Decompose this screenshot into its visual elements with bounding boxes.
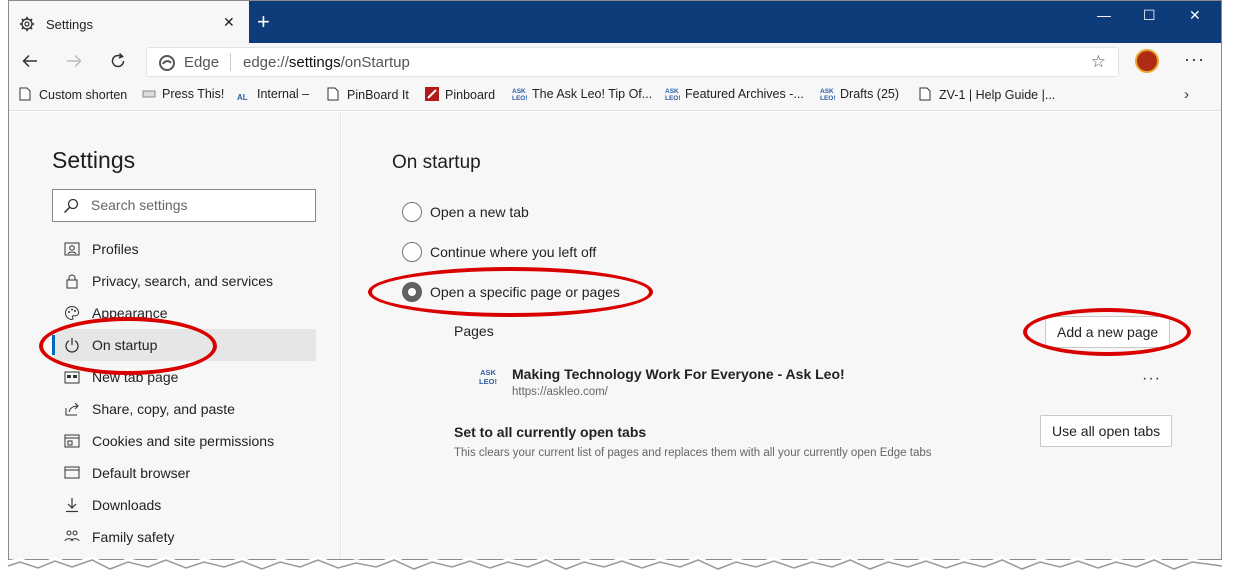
address-bar[interactable]: Edge edge://settings/onStartup ☆ — [146, 47, 1119, 77]
favorite-item[interactable]: ASK LEO! Featured Archives -... — [665, 87, 804, 102]
sidebar-item-label: Privacy, search, and services — [92, 273, 274, 289]
open-tabs-description: This clears your current list of pages a… — [454, 447, 932, 459]
favorite-item[interactable]: ASK LEO! The Ask Leo! Tip Of... — [512, 87, 652, 102]
lock-icon — [64, 273, 80, 292]
press-icon — [142, 88, 156, 102]
minimize-button[interactable]: — — [1097, 7, 1111, 23]
favorite-item[interactable]: PinBoard It — [327, 87, 409, 102]
browser-window: Settings ✕ + — ☐ ✕ Edge edge://settings/… — [8, 0, 1222, 560]
address-divider — [230, 53, 231, 71]
download-icon — [64, 497, 80, 516]
favorite-item[interactable]: Pinboard — [425, 87, 495, 102]
page-more-options-icon[interactable]: ··· — [1142, 370, 1161, 388]
browser-icon — [64, 465, 80, 484]
page-icon — [19, 87, 33, 101]
pinboard-icon — [425, 87, 439, 101]
profile-icon — [64, 241, 80, 260]
open-tabs-title: Set to all currently open tabs — [454, 424, 647, 440]
annotation-ellipse — [368, 267, 653, 317]
radio-circle[interactable] — [402, 202, 422, 222]
favorite-star-icon[interactable]: ☆ — [1091, 52, 1106, 72]
favorite-item[interactable]: ZV-1 | Help Guide |... — [919, 87, 1055, 102]
annotation-ellipse — [1023, 308, 1191, 356]
annotation-ellipse — [39, 317, 217, 375]
search-icon — [63, 198, 79, 219]
title-bar: Settings ✕ + — ☐ ✕ — [9, 1, 1221, 43]
share-icon — [64, 401, 80, 420]
sidebar-item-share[interactable]: Share, copy, and paste — [52, 393, 316, 425]
new-tab-button[interactable]: + — [257, 11, 270, 33]
radio-label: Continue where you left off — [430, 244, 597, 260]
askleo-site-icon: ASK LEO! — [479, 368, 497, 386]
sidebar-item-label: Cookies and site permissions — [92, 433, 275, 449]
tab-title: Settings — [46, 17, 93, 32]
favorite-item[interactable]: Press This! — [142, 87, 224, 102]
sidebar-item-label: Downloads — [92, 497, 162, 513]
sidebar-item-downloads[interactable]: Downloads — [52, 489, 316, 521]
sidebar-item-privacy[interactable]: Privacy, search, and services — [52, 265, 316, 297]
sidebar-item-label: Share, copy, and paste — [92, 401, 235, 417]
maximize-button[interactable]: ☐ — [1143, 7, 1156, 24]
sidebar-item-label: Default browser — [92, 465, 191, 481]
tab-settings[interactable]: Settings ✕ — [9, 1, 249, 43]
startup-page-title: Making Technology Work For Everyone - As… — [512, 366, 845, 382]
tab-close-icon[interactable]: ✕ — [223, 14, 235, 31]
page-title: Settings — [52, 147, 136, 173]
page-icon — [327, 87, 341, 101]
gear-icon — [19, 16, 35, 37]
search-settings-box[interactable] — [52, 189, 316, 222]
torn-edge-decoration — [0, 556, 1235, 587]
sidebar-item-label: Family safety — [92, 529, 175, 545]
forward-arrow-icon[interactable] — [65, 52, 83, 75]
address-url[interactable]: edge://settings/onStartup — [243, 54, 410, 71]
page-icon — [919, 87, 933, 101]
favorites-bar: Custom shorten Press This! AL Internal – … — [9, 81, 1221, 111]
back-arrow-icon[interactable] — [21, 52, 39, 75]
sidebar-item-cookies[interactable]: Cookies and site permissions — [52, 425, 316, 457]
close-window-button[interactable]: ✕ — [1189, 7, 1201, 24]
edge-logo-icon — [159, 55, 175, 76]
favorite-item[interactable]: AL Internal – — [237, 87, 309, 107]
section-heading: On startup — [392, 152, 481, 173]
more-menu-icon[interactable]: ··· — [1184, 49, 1205, 70]
albiz-icon: AL — [237, 93, 248, 102]
profile-avatar[interactable] — [1135, 49, 1159, 73]
askleo-icon: ASK LEO! — [512, 88, 528, 102]
address-brand: Edge — [184, 54, 220, 71]
startup-page-url: https://askleo.com/ — [512, 386, 608, 398]
cookies-icon — [64, 433, 80, 452]
refresh-icon[interactable] — [109, 52, 127, 75]
use-all-open-tabs-button[interactable]: Use all open tabs — [1040, 415, 1173, 447]
sidebar-item-default-browser[interactable]: Default browser — [52, 457, 316, 489]
radio-label: Open a new tab — [430, 204, 529, 220]
askleo-icon: ASK LEO! — [665, 88, 681, 102]
askleo-icon: ASK LEO! — [820, 88, 836, 102]
sidebar-item-label: Profiles — [92, 241, 139, 257]
family-icon — [64, 529, 80, 548]
newtab-icon — [64, 369, 80, 388]
pages-label: Pages — [454, 323, 494, 339]
navigation-toolbar: Edge edge://settings/onStartup ☆ ··· — [9, 43, 1221, 81]
search-input[interactable] — [91, 197, 291, 213]
favorite-item[interactable]: ASK LEO! Drafts (25) — [820, 87, 899, 102]
radio-circle[interactable] — [402, 242, 422, 262]
favorite-item[interactable]: Custom shorten — [19, 87, 127, 102]
chevron-right-icon[interactable]: › — [1184, 86, 1189, 103]
sidebar-item-profiles[interactable]: Profiles — [52, 233, 316, 265]
